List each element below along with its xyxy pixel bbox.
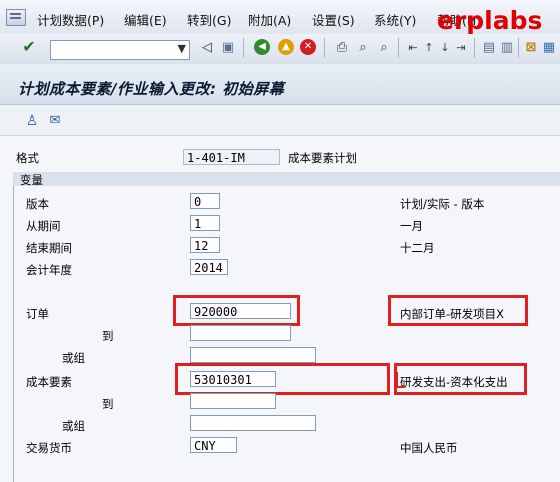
to-period-input[interactable]: 12	[190, 237, 220, 253]
toolbar-separator	[474, 38, 475, 58]
version-description: 计划/实际 - 版本	[400, 197, 485, 211]
enter-icon[interactable]: ✔	[20, 38, 38, 56]
cost-element-highlight-box	[175, 363, 390, 395]
to-period-description: 十二月	[400, 241, 435, 255]
order-label: 订单	[26, 307, 49, 321]
order-highlight-box	[173, 295, 300, 326]
person-icon[interactable]: ♙	[23, 112, 41, 130]
currency-description: 中国人民币	[400, 441, 458, 455]
variables-group-title: 变量	[20, 173, 43, 187]
from-period-description: 一月	[400, 219, 423, 233]
toolbar-separator	[243, 38, 244, 58]
shortcut-icon[interactable]: ▥	[498, 39, 516, 57]
format-description: 成本要素计划	[288, 151, 357, 165]
cost-element-to-label: 到	[102, 397, 114, 411]
cost-element-label: 成本要素	[26, 375, 72, 389]
order-to-label: 到	[102, 329, 114, 343]
fiscal-year-label: 会计年度	[26, 263, 72, 277]
order-group-label: 或组	[62, 351, 85, 365]
command-field[interactable]: ▼	[50, 40, 190, 60]
format-label: 格式	[16, 151, 39, 165]
application-toolbar	[0, 105, 560, 136]
menu-settings[interactable]: 设置(S)	[312, 10, 355, 29]
order-to-input[interactable]	[190, 325, 291, 341]
text-cursor-icon	[396, 372, 405, 388]
fiscal-year-input[interactable]: 2014	[190, 259, 228, 275]
version-label: 版本	[26, 197, 49, 211]
find-next-icon[interactable]: ⌕	[375, 39, 393, 57]
from-period-input[interactable]: 1	[190, 215, 220, 231]
toolbar-separator	[324, 38, 325, 58]
window-menu-icon[interactable]	[6, 9, 26, 26]
customize-icon[interactable]: ▦	[540, 39, 558, 57]
cost-element-group-label: 或组	[62, 419, 85, 433]
help-icon[interactable]: ⊠	[522, 39, 540, 57]
erplabs-watermark: erplabs	[437, 6, 543, 35]
exit-icon[interactable]: ▲	[278, 39, 294, 55]
order-group-input[interactable]	[190, 347, 316, 363]
print-icon[interactable]: ⎙	[333, 39, 351, 57]
menu-edit[interactable]: 编辑(E)	[124, 10, 167, 29]
edit-layout-icon[interactable]: ✉	[46, 112, 64, 130]
variables-group-header	[13, 172, 560, 186]
back-arrow-icon[interactable]: ◁	[198, 39, 216, 57]
cost-element-group-input[interactable]	[190, 415, 316, 431]
screen-title: 计划成本要素/作业输入更改: 初始屏幕	[18, 80, 285, 98]
menu-system[interactable]: 系统(Y)	[374, 10, 416, 29]
back-icon[interactable]: ◀	[254, 39, 270, 55]
save-icon[interactable]: ▣	[219, 39, 237, 57]
order-desc-highlight-box	[388, 295, 528, 326]
to-period-label: 结束期间	[26, 241, 72, 255]
currency-input[interactable]: CNY	[190, 437, 237, 453]
dropdown-icon[interactable]: ▼	[178, 42, 186, 55]
toolbar-separator	[398, 38, 399, 58]
new-session-icon[interactable]: ▤	[480, 39, 498, 57]
menu-plan-data[interactable]: 计划数据(P)	[37, 10, 104, 29]
cancel-icon[interactable]: ✕	[300, 39, 316, 55]
cost-element-desc-highlight-box	[394, 363, 527, 395]
find-icon[interactable]: ⌕	[354, 39, 372, 57]
menu-extras[interactable]: 附加(A)	[248, 10, 291, 29]
toolbar-separator	[518, 38, 519, 58]
menu-goto[interactable]: 转到(G)	[187, 10, 231, 29]
last-page-icon[interactable]: ⇥	[452, 39, 470, 57]
from-period-label: 从期间	[26, 219, 61, 233]
version-input[interactable]: 0	[190, 193, 220, 209]
currency-label: 交易货币	[26, 441, 72, 455]
format-field[interactable]: 1-401-IM	[183, 149, 280, 165]
cost-element-to-input[interactable]	[190, 393, 276, 409]
